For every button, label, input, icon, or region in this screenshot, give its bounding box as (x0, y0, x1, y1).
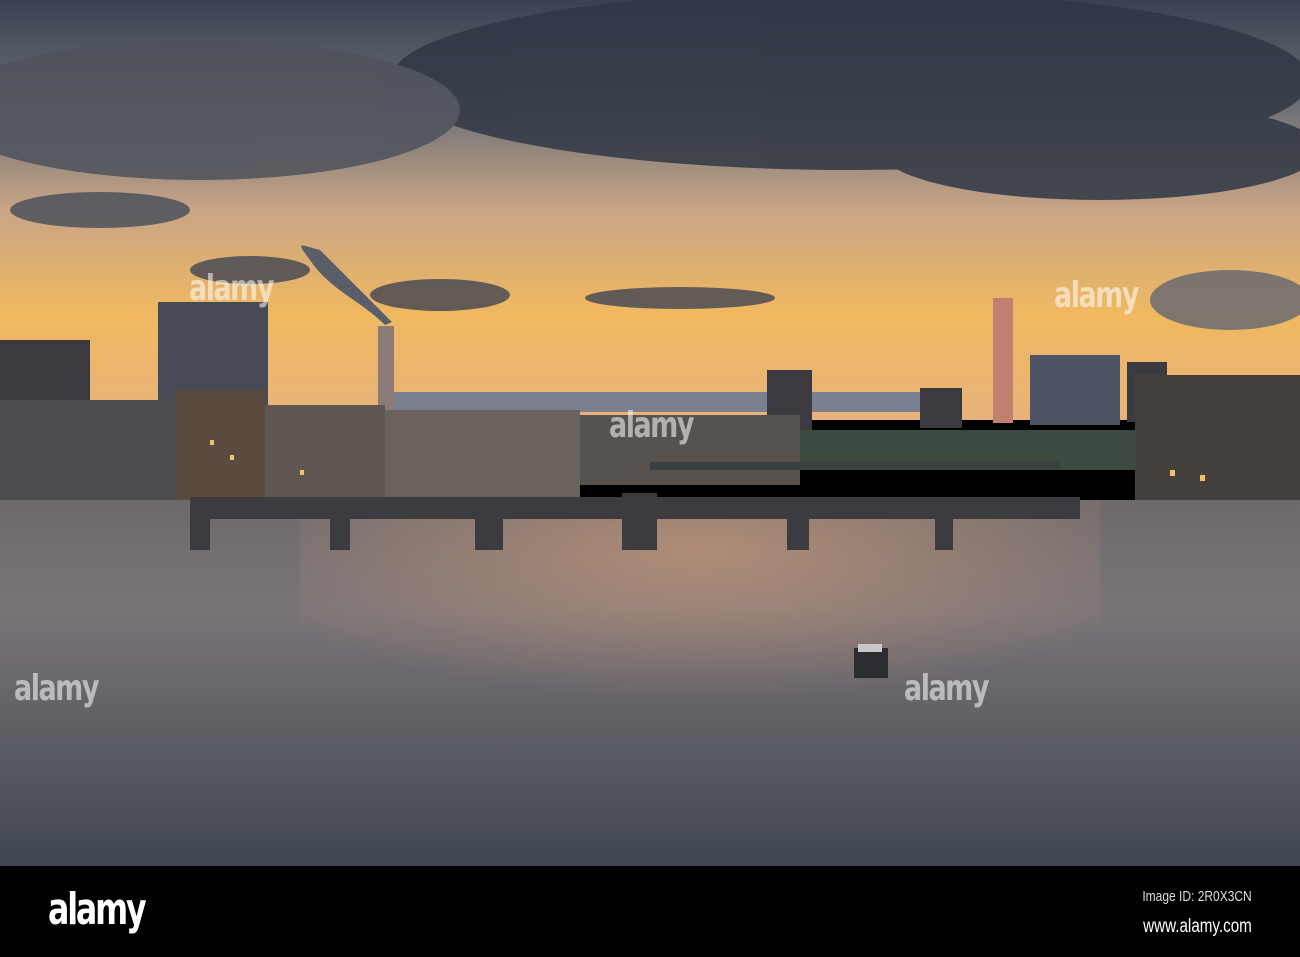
watermark-logo: alamy (903, 668, 989, 709)
rear-bridge (650, 462, 1060, 470)
boat (854, 644, 888, 678)
image-id: Image ID: 2R0X3CN (1142, 888, 1252, 905)
watermark-logo: alamy (188, 268, 274, 309)
watermark-bar: alamy Image ID: 2R0X3CN www.alamy.com (0, 866, 1300, 957)
watermark-logo: alamy (13, 668, 99, 709)
site-url: www.alamy.com (1143, 916, 1252, 937)
stock-photo: alamy alamy alamy alamy alamy alamy Imag… (0, 0, 1300, 957)
alamy-logo: alamy (48, 884, 147, 935)
watermark-logo: alamy (608, 405, 694, 446)
watermark-logo: alamy (1053, 275, 1139, 316)
water-glow (300, 500, 1100, 750)
